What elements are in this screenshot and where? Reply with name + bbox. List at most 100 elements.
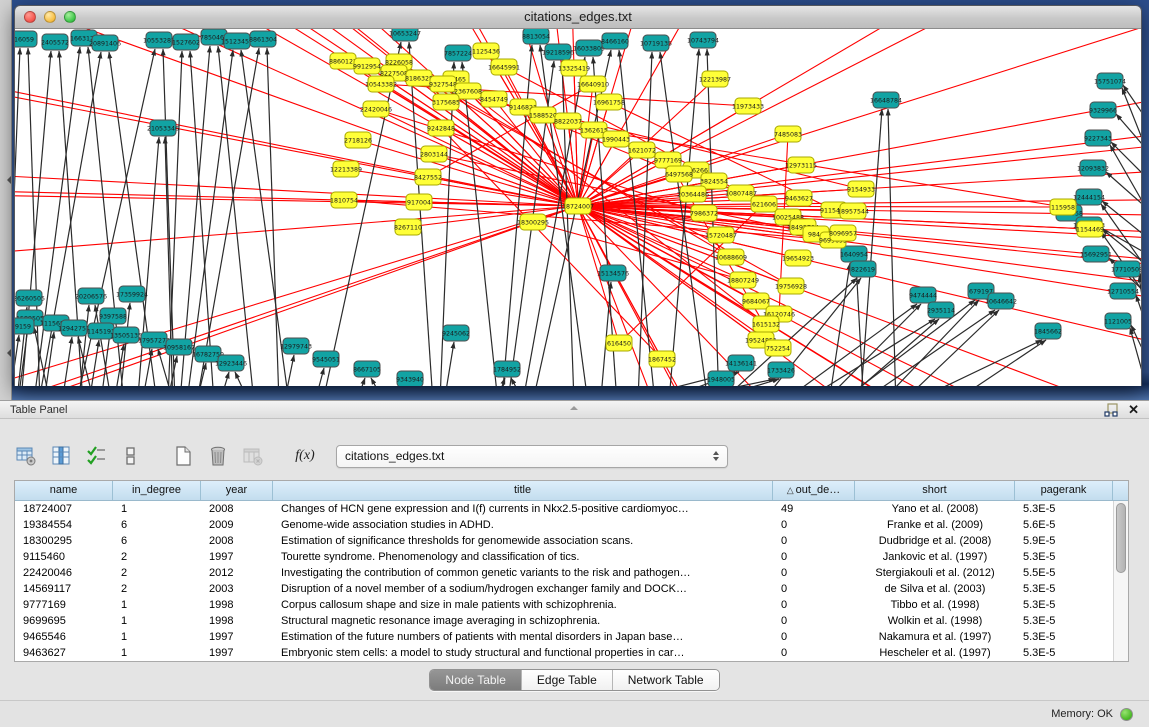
graph-node-teal[interactable]: 8667105 (353, 361, 381, 377)
delete-table-icon[interactable] (206, 444, 230, 468)
graph-node-yellow[interactable]: 11973433 (732, 98, 764, 114)
graph-node-yellow[interactable]: 15720487 (705, 227, 737, 243)
graph-node-yellow[interactable]: 16961758 (593, 94, 625, 110)
graph-node-yellow[interactable]: 8822037 (554, 113, 582, 129)
graph-node-teal[interactable]: 9227343 (1084, 130, 1112, 146)
graph-node-yellow[interactable]: 752254 (765, 340, 791, 356)
graph-node-yellow[interactable]: 1154469 (1076, 221, 1104, 237)
graph-node-teal[interactable]: 1733426 (767, 362, 795, 378)
graph-node-teal[interactable]: 1640954 (840, 246, 868, 262)
graph-node-yellow[interactable]: 10688609 (715, 249, 747, 265)
window-titlebar[interactable]: citations_edges.txt (15, 6, 1141, 29)
graph-node-yellow[interactable]: 2718126 (344, 132, 372, 148)
graph-node-yellow[interactable]: 9242848 (427, 120, 455, 136)
close-window-button[interactable] (24, 11, 36, 23)
graph-node-yellow[interactable]: 115958 (1050, 199, 1076, 215)
graph-node-yellow[interactable]: 7986372 (690, 205, 718, 221)
graph-node-yellow[interactable]: 20364486 (677, 186, 709, 202)
table-row[interactable]: 1872400712008Changes of HCN gene express… (15, 501, 1128, 517)
graph-node-teal[interactable]: 9397588 (99, 308, 127, 324)
scrollbar-thumb[interactable] (1116, 503, 1126, 573)
table-row[interactable]: 1938455462009Genome-wide association stu… (15, 517, 1128, 533)
graph-node-yellow[interactable]: 8267110 (394, 219, 422, 235)
zoom-window-button[interactable] (64, 11, 76, 23)
graph-node-yellow[interactable]: 12213389 (330, 161, 362, 177)
graph-node-yellow[interactable]: 917004 (406, 194, 432, 210)
graph-node-teal[interactable]: 10958167 (163, 339, 195, 355)
float-window-icon[interactable] (1104, 403, 1118, 417)
graph-node-teal[interactable]: 12942757 (58, 320, 90, 336)
graph-node-teal[interactable]: 1121005 (1104, 313, 1132, 329)
graph-node-teal[interactable]: 9245062 (442, 325, 470, 341)
graph-node-yellow[interactable]: 18807249 (727, 272, 759, 288)
graph-node-teal[interactable]: 9474444 (909, 287, 937, 303)
graph-node-yellow[interactable]: 2803144 (420, 146, 448, 162)
column-header-out_de[interactable]: △out_de… (773, 481, 855, 500)
graph-node-yellow[interactable]: 1990443 (602, 131, 630, 147)
graph-node-yellow[interactable]: 8427552 (414, 169, 442, 185)
graph-node-teal[interactable]: 10719135 (640, 35, 672, 51)
table-scrollbar[interactable] (1113, 501, 1128, 661)
graph-node-yellow[interactable]: 8454749 (480, 91, 508, 107)
graph-node-teal[interactable]: 1845662 (1034, 323, 1062, 339)
graph-node-yellow[interactable]: 8096957 (829, 225, 857, 241)
graph-node-teal[interactable]: 8813054 (522, 29, 550, 44)
graph-node-teal[interactable]: 822619 (850, 261, 876, 277)
graph-node-teal[interactable]: 10743794 (687, 32, 719, 48)
graph-node-teal[interactable]: 10646642 (985, 293, 1017, 309)
column-header-pagerank[interactable]: pagerank (1015, 481, 1113, 500)
splitter-arrow-icon[interactable] (3, 176, 11, 184)
create-table-icon[interactable] (171, 444, 195, 468)
select-column-icon[interactable] (49, 444, 73, 468)
graph-node-teal[interactable]: 16059 (15, 31, 37, 47)
graph-node-teal[interactable]: 1784952 (493, 361, 521, 377)
close-panel-icon[interactable]: ✕ (1128, 403, 1139, 416)
graph-node-yellow[interactable]: 18300295 (517, 214, 549, 230)
graph-node-yellow[interactable]: 621606 (751, 196, 777, 212)
graph-node-teal[interactable]: 2405572 (41, 34, 69, 50)
graph-node-teal[interactable]: 21053346 (147, 120, 179, 136)
delete-column-icon[interactable] (241, 444, 265, 468)
graph-node-teal[interactable]: 15134576 (597, 265, 629, 281)
graph-node-yellow[interactable]: 1615132 (752, 316, 780, 332)
graph-node-teal[interactable]: 19218596 (542, 44, 574, 60)
graph-node-teal[interactable]: 1527602 (172, 34, 200, 50)
graph-node-teal[interactable]: 17710509 (1111, 261, 1141, 277)
graph-node-yellow[interactable]: 9684067 (742, 293, 770, 309)
graph-node-teal[interactable]: 20891406 (89, 35, 121, 51)
graph-node-teal[interactable]: 15692951 (1080, 246, 1112, 262)
graph-node-teal[interactable]: 39159 (15, 318, 34, 334)
graph-node-hub[interactable]: 18724007 (562, 198, 594, 214)
graph-node-teal[interactable]: 10553287 (143, 32, 175, 48)
graph-node-teal[interactable]: 12923446 (215, 355, 247, 371)
panel-drag-handle-icon[interactable] (570, 402, 578, 410)
table-row[interactable]: 1456911722003Disruption of a novel membe… (15, 581, 1128, 597)
graph-node-yellow[interactable]: 1125436 (472, 43, 500, 59)
table-panel-header[interactable]: Table Panel ✕ (0, 400, 1149, 419)
tab-node-table[interactable]: Node Table (430, 670, 521, 690)
tab-network-table[interactable]: Network Table (612, 670, 719, 690)
row-height-icon[interactable] (119, 444, 143, 468)
splitter-arrow-icon[interactable] (3, 349, 11, 357)
graph-node-teal[interactable]: 7857224 (444, 45, 472, 61)
column-header-year[interactable]: year (201, 481, 273, 500)
select-rows-icon[interactable] (84, 444, 108, 468)
table-row[interactable]: 1830029562008Estimation of significance … (15, 533, 1128, 549)
tab-edge-table[interactable]: Edge Table (521, 670, 612, 690)
graph-node-yellow[interactable]: 9912954 (353, 58, 381, 74)
table-row[interactable]: 969969511998Structural magnetic resonanc… (15, 613, 1128, 629)
graph-node-teal[interactable]: 26260505 (15, 290, 45, 306)
graph-node-teal[interactable]: 9329966 (1089, 102, 1117, 118)
graph-node-teal[interactable]: 12093832 (1077, 160, 1109, 176)
graph-node-yellow[interactable]: 1621072 (628, 142, 656, 158)
graph-node-yellow[interactable]: 16645991 (488, 59, 520, 75)
function-builder-icon[interactable]: f(x) (293, 444, 317, 468)
table-settings-icon[interactable] (14, 444, 38, 468)
graph-node-yellow[interactable]: 6497568 (665, 166, 693, 182)
table-row[interactable]: 977716911998Corpus callosum shape and si… (15, 597, 1128, 613)
graph-node-yellow[interactable]: 12213987 (699, 71, 731, 87)
column-header-short[interactable]: short (855, 481, 1015, 500)
graph-node-teal[interactable]: 8466160 (601, 33, 629, 49)
graph-node-teal[interactable]: 16648784 (870, 92, 902, 108)
graph-node-yellow[interactable]: 10543382 (365, 76, 397, 92)
